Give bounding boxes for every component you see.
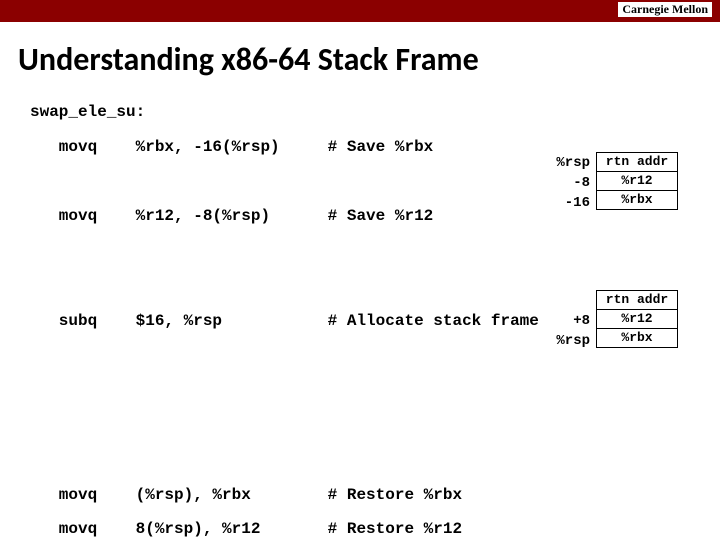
blank — [30, 417, 720, 435]
offset-label: +8 — [540, 312, 590, 330]
stack-cell: %rbx — [596, 328, 678, 348]
offset-label: -8 — [540, 174, 590, 192]
stack-cell: rtn addr — [596, 290, 678, 310]
code-line: movq (%rsp), %rbx # Restore %rbx — [30, 487, 720, 505]
rsp-label: %rsp — [540, 332, 590, 350]
blank — [30, 347, 720, 365]
code-line: movq 8(%rsp), %r12 # Restore %r12 — [30, 521, 720, 539]
offset-label: -16 — [540, 194, 590, 212]
stack-cell: %rbx — [596, 190, 678, 210]
code-line: swap_ele_su: — [30, 104, 720, 122]
brand: Carnegie Mellon — [618, 2, 712, 17]
top-bar: Carnegie Mellon — [0, 0, 720, 22]
slide-title: Understanding x86-64 Stack Frame — [0, 22, 720, 87]
blank — [30, 382, 720, 400]
stack-cell: %r12 — [596, 309, 678, 329]
blank — [30, 452, 720, 470]
stack-cell: %r12 — [596, 171, 678, 191]
blank — [30, 243, 720, 261]
rsp-label: %rsp — [540, 154, 590, 172]
code-line: movq %r12, -8(%rsp) # Save %r12 — [30, 208, 720, 226]
stack-cell: rtn addr — [596, 152, 678, 172]
